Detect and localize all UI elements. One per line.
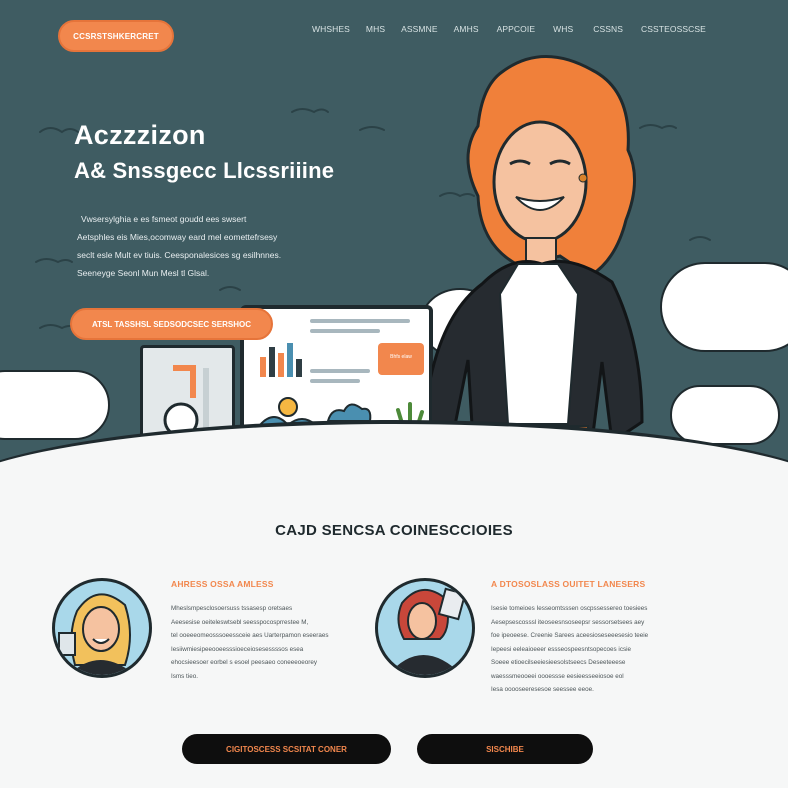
service-card-line: Iesa ooooseeresesoe seessee eeoe. [491,686,594,693]
service-card-line: Isms tieo. [171,672,198,680]
hero-description-line: seclt esle Mult ev tiuis. Ceesponalesice… [77,250,282,260]
primary-contact-button[interactable]: CIGITOSCESS SCSITAT CONER [182,734,391,764]
nav-item[interactable]: CSSNS [593,24,623,34]
nav-item[interactable]: ASSMNE [401,24,438,34]
top-navigation: WHSHES MHS ASSMNE AMHS APPCOIE WHS CSSNS… [312,24,706,34]
nav-item[interactable]: CSSTEOSSCSE [641,24,706,34]
service-card-line: Soeee etioecilseeiesieesolstseecs Deseet… [491,659,626,666]
screen-button-label: Bhfs elaw [390,354,412,360]
service-card-line: Iesiiwmiesipeeooeesssioeceiosesessssos e… [171,645,304,653]
subscribe-button[interactable]: SISCHIBE [417,734,593,764]
service-card-line: Iepeesi eeleaioeeer essseospeesntsopecoe… [491,645,632,653]
service-card-line: Mheslsmpesclosoersuss tssasesp oretsaes [171,605,293,612]
service-card-title: A DTOSOSLASS OUITET LANESERS [491,579,646,589]
hero-description: Vwsersylghia e es fsmeot goudd ees swser… [77,210,367,282]
service-card-line: Isesie tomeioes Iesseomtsssen oscpssesse… [491,605,648,612]
nav-item[interactable]: AMHS [454,24,479,34]
service-card-line: foe ipeoeese. Creenie Sarees aceesiosese… [491,632,649,639]
nav-item[interactable]: MHS [366,24,385,34]
service-card-line: Aeesesise oeiteleswtsebl seesspocosprres… [171,618,309,626]
service-card-line: waesssmeooeei oooessse eesieesseeiosoe e… [491,672,624,680]
service-card-line: tel ooeeeomeosssoeessceie aes Uarterpamo… [171,632,329,639]
hero-description-line: Seeneyge Seonl Mun Mesl tl Glsal. [77,268,210,278]
hero-description-line: Aetsphles eis Mies,ocomway eard mel eome… [77,232,278,242]
nav-item[interactable]: WHSHES [312,24,350,34]
service-card-text: Mheslsmpesclosoersuss tssasesp oretsaes … [171,602,371,683]
hero-title: Aczzzizon [74,120,206,150]
chart-bars-icon [260,343,302,377]
hero-description-line: Vwsersylghia e es fsmeot goudd ees swser… [81,214,247,224]
avatar [52,578,152,678]
service-card-text: Isesie tomeioes Iesseomtsssen oscpssesse… [491,602,691,697]
hero-subtitle: A& Snssgecc Llcssriiine [74,158,335,183]
header-cta-button[interactable]: CCSRSTSHKERCRET [58,20,174,52]
nav-item[interactable]: APPCOIE [497,24,536,34]
service-card-line: ehocsieesoer eorbel s esoel peesaeo cone… [171,659,317,666]
hero-section: Bhfs elaw CCSRSTSHKERCRET WHSHES MHS ASS… [0,0,788,490]
service-card-title: AHRESS OSSA AMLESS [171,579,274,589]
avatar [375,578,475,678]
nav-item[interactable]: WHS [553,24,573,34]
hero-cta-button[interactable]: ATSL TASSHSL SEDSODCSEC SERSHOC [70,308,273,340]
services-title: CAJD SENCSA COINESCCIOIES [275,522,513,539]
service-card-line: Aesepsescosssl iteoseesnsoseepsr sessors… [491,618,645,626]
